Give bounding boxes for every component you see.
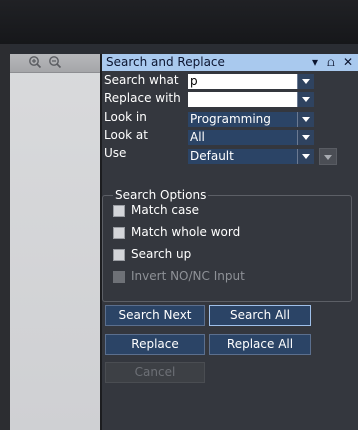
- panel-titlebar: Search and Replace ▾ ⩍ ✕: [102, 54, 358, 71]
- search-next-button[interactable]: Search Next: [105, 305, 205, 326]
- search-up-checkbox[interactable]: [113, 249, 125, 261]
- invert-no-nc-label: Invert NO/NC Input: [131, 269, 245, 283]
- look-at-select[interactable]: All: [188, 130, 314, 145]
- replace-with-input[interactable]: [188, 92, 298, 107]
- search-options-legend: Search Options: [113, 188, 209, 202]
- use-value[interactable]: Default: [188, 149, 298, 164]
- search-what-input[interactable]: p: [188, 74, 298, 89]
- replace-button[interactable]: Replace: [105, 334, 205, 355]
- use-label: Use: [104, 146, 127, 160]
- chevron-down-icon[interactable]: [297, 112, 314, 127]
- look-at-label: Look at: [104, 128, 148, 142]
- zoom-out-icon[interactable]: [48, 55, 62, 69]
- match-case-label: Match case: [131, 203, 200, 217]
- use-options-button[interactable]: [319, 148, 337, 165]
- editor-panel: [10, 54, 100, 430]
- editor-panel-header: [10, 54, 100, 73]
- match-whole-word-checkbox[interactable]: [113, 227, 125, 239]
- search-options-group: Search Options Match case Match whole wo…: [102, 188, 352, 302]
- look-at-value[interactable]: All: [188, 130, 298, 145]
- search-what-label: Search what: [104, 73, 179, 87]
- search-up-label: Search up: [131, 247, 192, 261]
- search-all-button[interactable]: Search All: [209, 305, 311, 326]
- chevron-down-icon[interactable]: [297, 74, 314, 89]
- panel-title: Search and Replace: [106, 55, 225, 69]
- chevron-down-icon[interactable]: [297, 92, 314, 107]
- chevron-down-icon[interactable]: [297, 149, 314, 164]
- zoom-in-icon[interactable]: [28, 55, 42, 69]
- replace-with-label: Replace with: [104, 91, 181, 105]
- cancel-button: Cancel: [105, 362, 205, 383]
- left-edge: [0, 44, 10, 430]
- look-in-select[interactable]: Programming: [188, 112, 314, 127]
- match-whole-word-label: Match whole word: [131, 225, 241, 239]
- invert-no-nc-checkbox: [113, 271, 125, 283]
- match-case-checkbox[interactable]: [113, 205, 125, 217]
- pin-icon[interactable]: ⩍: [327, 54, 335, 71]
- chevron-down-icon[interactable]: [297, 130, 314, 145]
- search-replace-panel: Search and Replace ▾ ⩍ ✕ Search what p R…: [102, 54, 358, 430]
- close-icon[interactable]: ✕: [343, 54, 353, 71]
- search-what-combo[interactable]: p: [188, 74, 314, 89]
- look-in-label: Look in: [104, 110, 147, 124]
- use-select[interactable]: Default: [188, 149, 314, 164]
- replace-with-combo[interactable]: [188, 92, 314, 107]
- look-in-value[interactable]: Programming: [188, 112, 298, 127]
- replace-all-button[interactable]: Replace All: [209, 334, 311, 355]
- top-toolbar: [0, 0, 358, 44]
- dropdown-icon[interactable]: ▾: [312, 54, 318, 71]
